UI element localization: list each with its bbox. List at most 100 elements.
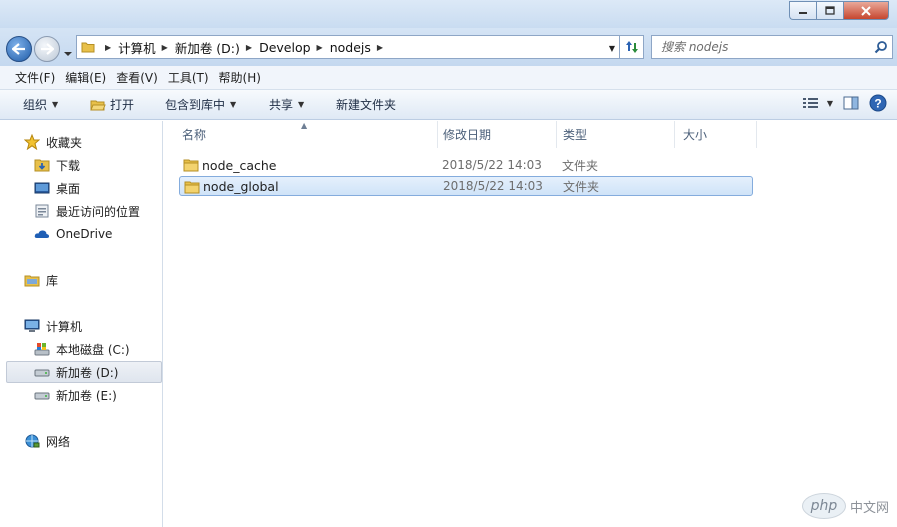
column-header-size-label: 大小 xyxy=(683,128,708,142)
nav-favorites[interactable]: 收藏夹 xyxy=(0,131,162,153)
minimize-button[interactable] xyxy=(789,1,816,20)
nav-drive-e[interactable]: 新加卷 (E:) xyxy=(0,384,162,406)
share-label: 共享 xyxy=(269,98,294,112)
breadcrumb-nodejs[interactable]: nodejs xyxy=(330,40,371,55)
include-in-library-button[interactable]: 包含到库中 ▼ xyxy=(165,96,236,113)
change-view-button[interactable]: ▼ xyxy=(802,97,833,109)
column-header-size[interactable]: 大小 xyxy=(675,121,757,148)
navigation-pane: 收藏夹 下载 桌面 最近访问的位置 OneDrive 库 计算机 本地磁盘 (C… xyxy=(0,121,163,527)
nav-desktop-label: 桌面 xyxy=(56,181,81,196)
drive-icon xyxy=(34,387,50,403)
new-folder-button[interactable]: 新建文件夹 xyxy=(336,96,396,113)
close-button[interactable] xyxy=(843,1,889,20)
menu-edit[interactable]: 编辑(E) xyxy=(60,69,111,86)
watermark-text: 中文网 xyxy=(849,500,889,516)
file-name: node_global xyxy=(203,178,279,194)
column-header-name[interactable]: 名称 xyxy=(174,121,438,148)
nav-drive-c[interactable]: 本地磁盘 (C:) xyxy=(0,338,162,360)
refresh-icon xyxy=(625,41,638,53)
column-header-name-label: 名称 xyxy=(182,128,207,142)
open-label: 打开 xyxy=(110,98,135,112)
chevron-down-icon: ▼ xyxy=(52,100,59,109)
menu-help[interactable]: 帮助(H) xyxy=(214,69,266,86)
folder-icon xyxy=(184,179,200,198)
nav-network-label: 网络 xyxy=(46,434,71,449)
breadcrumb-arrow-icon[interactable]: ▶ xyxy=(240,43,259,52)
network-icon xyxy=(24,433,40,449)
nav-recent-places[interactable]: 最近访问的位置 xyxy=(0,200,162,222)
minimize-icon xyxy=(799,11,807,14)
system-drive-icon xyxy=(34,341,50,357)
file-row-node-global[interactable]: node_global 2018/5/22 14:03 文件夹 xyxy=(179,176,753,196)
chevron-down-icon: ▼ xyxy=(826,98,833,108)
nav-computer[interactable]: 计算机 xyxy=(0,315,162,337)
column-header-type-label: 类型 xyxy=(563,128,588,142)
file-date: 2018/5/22 14:03 xyxy=(443,179,543,193)
close-icon xyxy=(861,5,871,16)
help-icon: ? xyxy=(869,94,887,112)
nav-drive-d-label: 新加卷 (D:) xyxy=(56,365,119,380)
address-bar[interactable]: ▶ 计算机 ▶ 新加卷 (D:) ▶ Develop ▶ nodejs ▶ ▼ xyxy=(76,35,620,59)
maximize-button[interactable] xyxy=(816,1,843,20)
column-header-type[interactable]: 类型 xyxy=(555,121,675,148)
breadcrumb-arrow-icon[interactable]: ▶ xyxy=(371,43,390,52)
file-row-node-cache[interactable]: node_cache 2018/5/22 14:03 文件夹 xyxy=(179,155,753,175)
command-bar: 组织 ▼ 打开 包含到库中 ▼ 共享 ▼ 新建文件夹 ▼ ? xyxy=(0,90,897,120)
file-name: node_cache xyxy=(202,157,277,173)
breadcrumb-arrow-icon[interactable]: ▶ xyxy=(156,43,175,52)
preview-pane-icon xyxy=(843,96,859,110)
search-input[interactable] xyxy=(661,40,861,54)
nav-libraries[interactable]: 库 xyxy=(0,269,162,291)
breadcrumb-arrow-icon[interactable]: ▶ xyxy=(99,43,118,52)
column-header-date[interactable]: 修改日期 xyxy=(435,121,557,148)
file-date: 2018/5/22 14:03 xyxy=(442,158,542,172)
share-button[interactable]: 共享 ▼ xyxy=(269,96,304,113)
nav-network[interactable]: 网络 xyxy=(0,430,162,452)
nav-recent-places-label: 最近访问的位置 xyxy=(56,204,141,219)
open-button[interactable]: 打开 xyxy=(90,96,134,113)
breadcrumb-arrow-icon[interactable]: ▶ xyxy=(311,43,330,52)
back-arrow-icon xyxy=(12,43,25,55)
back-button[interactable] xyxy=(6,36,32,62)
chevron-down-icon: ▼ xyxy=(298,100,305,109)
nav-drive-e-label: 新加卷 (E:) xyxy=(56,388,117,403)
chevron-down-icon: ▼ xyxy=(230,100,237,109)
desktop-icon xyxy=(34,180,50,196)
organize-label: 组织 xyxy=(23,98,48,112)
folder-icon xyxy=(183,157,199,176)
recent-pages-button[interactable] xyxy=(63,46,73,60)
preview-pane-button[interactable] xyxy=(843,96,859,110)
menu-file[interactable]: 文件(F) xyxy=(10,69,60,86)
chevron-down-icon xyxy=(64,52,72,56)
star-icon xyxy=(24,134,40,150)
breadcrumb-computer[interactable]: 计算机 xyxy=(118,38,156,57)
file-type: 文件夹 xyxy=(563,179,600,194)
file-list-pane: ▲ 名称 修改日期 类型 大小 node_cache 2018/5/22 14:… xyxy=(164,121,897,527)
breadcrumb-develop[interactable]: Develop xyxy=(259,40,310,55)
column-header-date-label: 修改日期 xyxy=(443,128,492,142)
search-box xyxy=(651,35,893,59)
menu-bar: 文件(F) 编辑(E) 查看(V) 工具(T) 帮助(H) xyxy=(0,66,897,90)
search-icon[interactable] xyxy=(874,40,888,57)
recent-places-icon xyxy=(34,203,50,219)
forward-button[interactable] xyxy=(34,36,60,62)
nav-computer-label: 计算机 xyxy=(46,319,83,334)
address-dropdown-icon[interactable]: ▼ xyxy=(609,44,615,53)
nav-onedrive[interactable]: OneDrive xyxy=(0,223,162,245)
php-logo: php xyxy=(801,493,846,519)
nav-downloads[interactable]: 下载 xyxy=(0,154,162,176)
downloads-folder-icon xyxy=(34,157,50,173)
nav-downloads-label: 下载 xyxy=(56,158,81,173)
menu-tools[interactable]: 工具(T) xyxy=(163,69,214,86)
svg-text:?: ? xyxy=(874,97,881,111)
nav-desktop[interactable]: 桌面 xyxy=(0,177,162,199)
nav-drive-c-label: 本地磁盘 (C:) xyxy=(56,342,130,357)
breadcrumb-drive-d[interactable]: 新加卷 (D:) xyxy=(175,38,240,57)
refresh-button[interactable] xyxy=(620,35,644,59)
organize-button[interactable]: 组织 ▼ xyxy=(23,96,58,113)
nav-drive-d[interactable]: 新加卷 (D:) xyxy=(6,361,162,383)
menu-view[interactable]: 查看(V) xyxy=(111,69,163,86)
details-view-icon xyxy=(802,98,818,108)
library-icon xyxy=(24,272,40,288)
help-button[interactable]: ? xyxy=(869,94,887,112)
